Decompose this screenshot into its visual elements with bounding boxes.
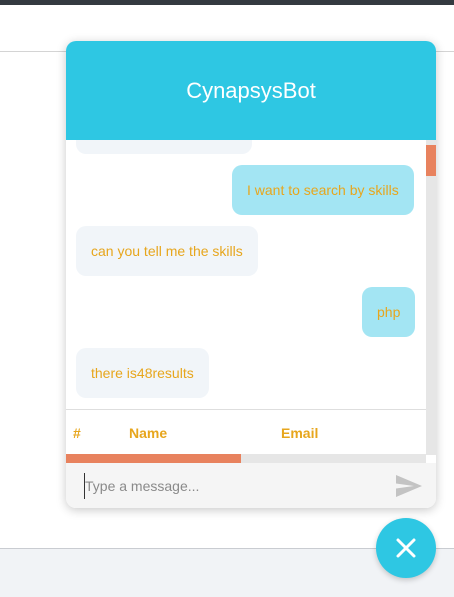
close-chat-button[interactable] [376,518,436,578]
table-scrollbar-thumb[interactable] [66,454,241,463]
close-icon [396,538,416,558]
message-composer [66,463,436,508]
message-scrollbar-thumb[interactable] [426,145,436,176]
send-button[interactable] [393,473,425,499]
message-user: I want to search by skills [232,165,414,215]
chat-window: CynapsysBot I want to search by skills c… [66,41,436,508]
message-bot: can you tell me the skills [76,226,258,276]
message-input[interactable] [84,473,384,499]
chat-title: CynapsysBot [186,77,316,103]
message-bot: there is48results [76,348,209,398]
page-top-bar [0,0,454,5]
results-table-header: # Name Email [66,409,426,455]
message-user: php [362,287,416,337]
column-header-index: # [73,425,81,441]
send-icon [396,475,422,497]
column-header-email: Email [281,425,319,441]
message-bubble-partial [76,140,252,154]
column-header-name: Name [129,425,168,441]
chat-header: CynapsysBot [66,41,436,140]
message-list[interactable]: I want to search by skills can you tell … [66,140,426,450]
message-scrollbar-track[interactable] [426,140,436,455]
